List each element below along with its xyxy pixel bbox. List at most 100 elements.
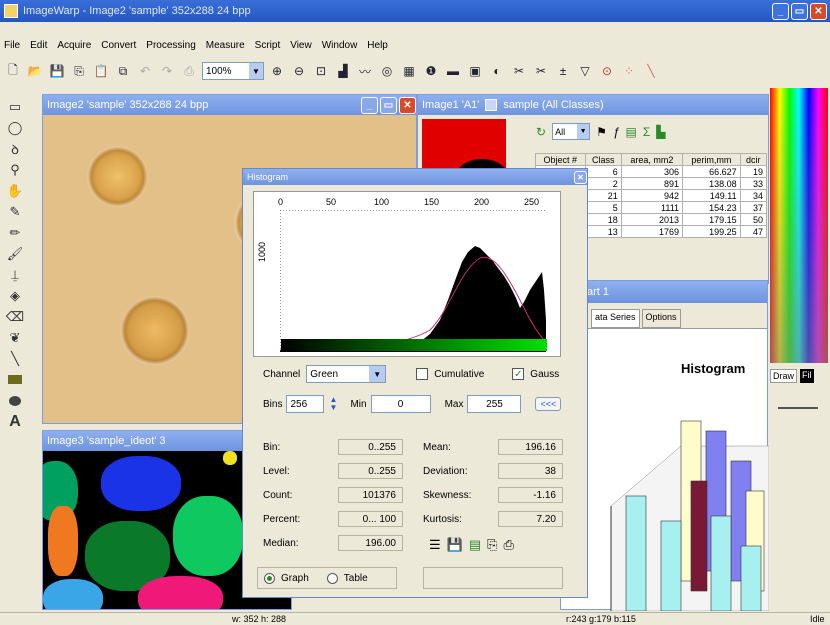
- stamp-icon[interactable]: ⍊: [4, 264, 26, 285]
- fill-tab[interactable]: Fil: [800, 369, 814, 383]
- info-icon[interactable]: ❶: [422, 62, 440, 80]
- sum-icon[interactable]: Σ: [643, 125, 650, 139]
- close-icon[interactable]: ✕: [574, 170, 587, 184]
- color-spectrum[interactable]: [770, 88, 828, 363]
- histogram-icon[interactable]: ▟: [334, 62, 352, 80]
- column-header[interactable]: dcir: [739, 153, 768, 166]
- table-radio[interactable]: [326, 572, 338, 584]
- magic-wand-icon[interactable]: ⚲: [4, 159, 26, 180]
- copy-icon[interactable]: ⎘: [70, 62, 88, 80]
- hand-icon[interactable]: ✋: [4, 180, 26, 201]
- duplicate-icon[interactable]: ⧉: [114, 62, 132, 80]
- line-icon[interactable]: ╲: [642, 62, 660, 80]
- new-file-icon[interactable]: 🗋: [4, 62, 22, 80]
- class-filter-select[interactable]: All ▼: [552, 123, 591, 140]
- min-input[interactable]: 0: [370, 395, 431, 413]
- paste-icon[interactable]: 📋: [92, 62, 110, 80]
- copy-icon[interactable]: ⎘: [487, 537, 497, 553]
- excel-icon[interactable]: ▤: [469, 537, 481, 553]
- triangle-icon[interactable]: ▽: [576, 62, 594, 80]
- reset-range-button[interactable]: <<<: [535, 397, 562, 411]
- ellipse-select-icon[interactable]: ◯: [4, 117, 26, 138]
- menu-edit[interactable]: Edit: [30, 40, 47, 51]
- menu-view[interactable]: View: [290, 40, 312, 51]
- rect-tool-icon[interactable]: [4, 369, 26, 390]
- text-tool-icon[interactable]: A: [4, 411, 26, 432]
- scissors2-icon[interactable]: ✂: [532, 62, 550, 80]
- refresh-icon[interactable]: ↻: [536, 125, 546, 139]
- column-header[interactable]: Class: [584, 153, 622, 166]
- eyedropper-icon[interactable]: ✎: [4, 201, 26, 222]
- histogram-plot-area[interactable]: 0 50 100 150 200 250 1000: [253, 191, 561, 357]
- line-width-preview[interactable]: [778, 407, 818, 409]
- fill-icon[interactable]: ◈: [4, 285, 26, 306]
- histogram-dialog[interactable]: Histogram ✕ 0 50 100 150 200 250 1000 Ch…: [242, 168, 588, 598]
- menu-measure[interactable]: Measure: [206, 40, 245, 51]
- target-icon[interactable]: ◎: [378, 62, 396, 80]
- print-icon[interactable]: ⎙: [180, 62, 198, 80]
- menu-window[interactable]: Window: [322, 40, 358, 51]
- brush-icon[interactable]: 🖌: [4, 243, 26, 264]
- undo-icon[interactable]: ↶: [136, 62, 154, 80]
- spinner-icon[interactable]: ▲ ▼: [328, 396, 338, 412]
- excel-icon[interactable]: ▤: [626, 125, 637, 139]
- menu-script[interactable]: Script: [255, 40, 281, 51]
- smudge-icon[interactable]: ❦: [4, 327, 26, 348]
- chart-bar: [740, 545, 762, 611]
- contrast-icon[interactable]: ◐: [488, 62, 506, 80]
- menu-processing[interactable]: Processing: [146, 40, 195, 51]
- save-icon[interactable]: 💾: [447, 537, 463, 553]
- maximize-icon[interactable]: ▭: [380, 96, 397, 114]
- scissors-icon[interactable]: ✂: [510, 62, 528, 80]
- histogram-graph: [280, 210, 546, 352]
- print-icon[interactable]: ⎙: [504, 537, 514, 553]
- window-icon[interactable]: ▣: [466, 62, 484, 80]
- close-icon[interactable]: ✕: [399, 96, 416, 114]
- dots-icon[interactable]: ⁘: [620, 62, 638, 80]
- tab-options[interactable]: Options: [641, 309, 681, 328]
- lasso-icon[interactable]: ꝺ: [4, 138, 26, 159]
- rect-select-icon[interactable]: ▭: [4, 96, 26, 117]
- grid-icon[interactable]: ▦: [400, 62, 418, 80]
- measure-icon[interactable]: ⚑: [596, 125, 607, 139]
- redo-icon[interactable]: ↷: [158, 62, 176, 80]
- column-header[interactable]: Object #: [535, 153, 586, 166]
- channel-select[interactable]: Green ▼: [306, 365, 387, 383]
- line-tool-icon[interactable]: ╲: [4, 348, 26, 369]
- column-header[interactable]: area, mm2: [620, 153, 684, 166]
- max-input[interactable]: 255: [467, 395, 522, 413]
- column-header[interactable]: perim,mm: [682, 153, 741, 166]
- tab-data-series[interactable]: ata Series: [591, 309, 640, 328]
- function-icon[interactable]: ƒ: [613, 125, 620, 139]
- zoom-in-icon[interactable]: ⊕: [268, 62, 286, 80]
- close-icon[interactable]: ✕: [810, 2, 827, 20]
- ellipse-tool-icon[interactable]: [4, 390, 26, 411]
- camera-icon[interactable]: ▬: [444, 62, 462, 80]
- minimize-icon[interactable]: _: [772, 2, 789, 20]
- eraser-icon[interactable]: ⌫: [4, 306, 26, 327]
- pencil-icon[interactable]: ✏: [4, 222, 26, 243]
- open-folder-icon[interactable]: 📂: [26, 62, 44, 80]
- bins-input[interactable]: 256: [286, 395, 325, 413]
- circle-dot-icon[interactable]: ⊙: [598, 62, 616, 80]
- menu-file[interactable]: File: [4, 40, 20, 51]
- menu-help[interactable]: Help: [367, 40, 388, 51]
- gauss-checkbox[interactable]: ✓: [512, 368, 525, 380]
- draw-tab[interactable]: Draw: [770, 369, 798, 383]
- save-icon[interactable]: 💾: [48, 62, 66, 80]
- list-icon[interactable]: ☰: [429, 537, 441, 553]
- chart-icon[interactable]: ▙: [656, 125, 665, 139]
- profile-icon[interactable]: 〰: [356, 62, 374, 80]
- menu-acquire[interactable]: Acquire: [57, 40, 91, 51]
- minimize-icon[interactable]: _: [361, 96, 378, 114]
- zoom-out-icon[interactable]: ⊖: [290, 62, 308, 80]
- maximize-icon[interactable]: ▭: [791, 2, 808, 20]
- chart-window[interactable]: art 1 ata Series Options Histogram: [560, 280, 769, 611]
- zoom-select[interactable]: 100% ▼: [202, 62, 264, 80]
- zoom-fit-icon[interactable]: ⊡: [312, 62, 330, 80]
- graph-radio[interactable]: [264, 572, 275, 584]
- cumulative-checkbox[interactable]: [416, 368, 429, 380]
- menu-convert[interactable]: Convert: [101, 40, 136, 51]
- x-tick-label: 50: [326, 197, 337, 207]
- plusminus-icon[interactable]: ±: [554, 62, 572, 80]
